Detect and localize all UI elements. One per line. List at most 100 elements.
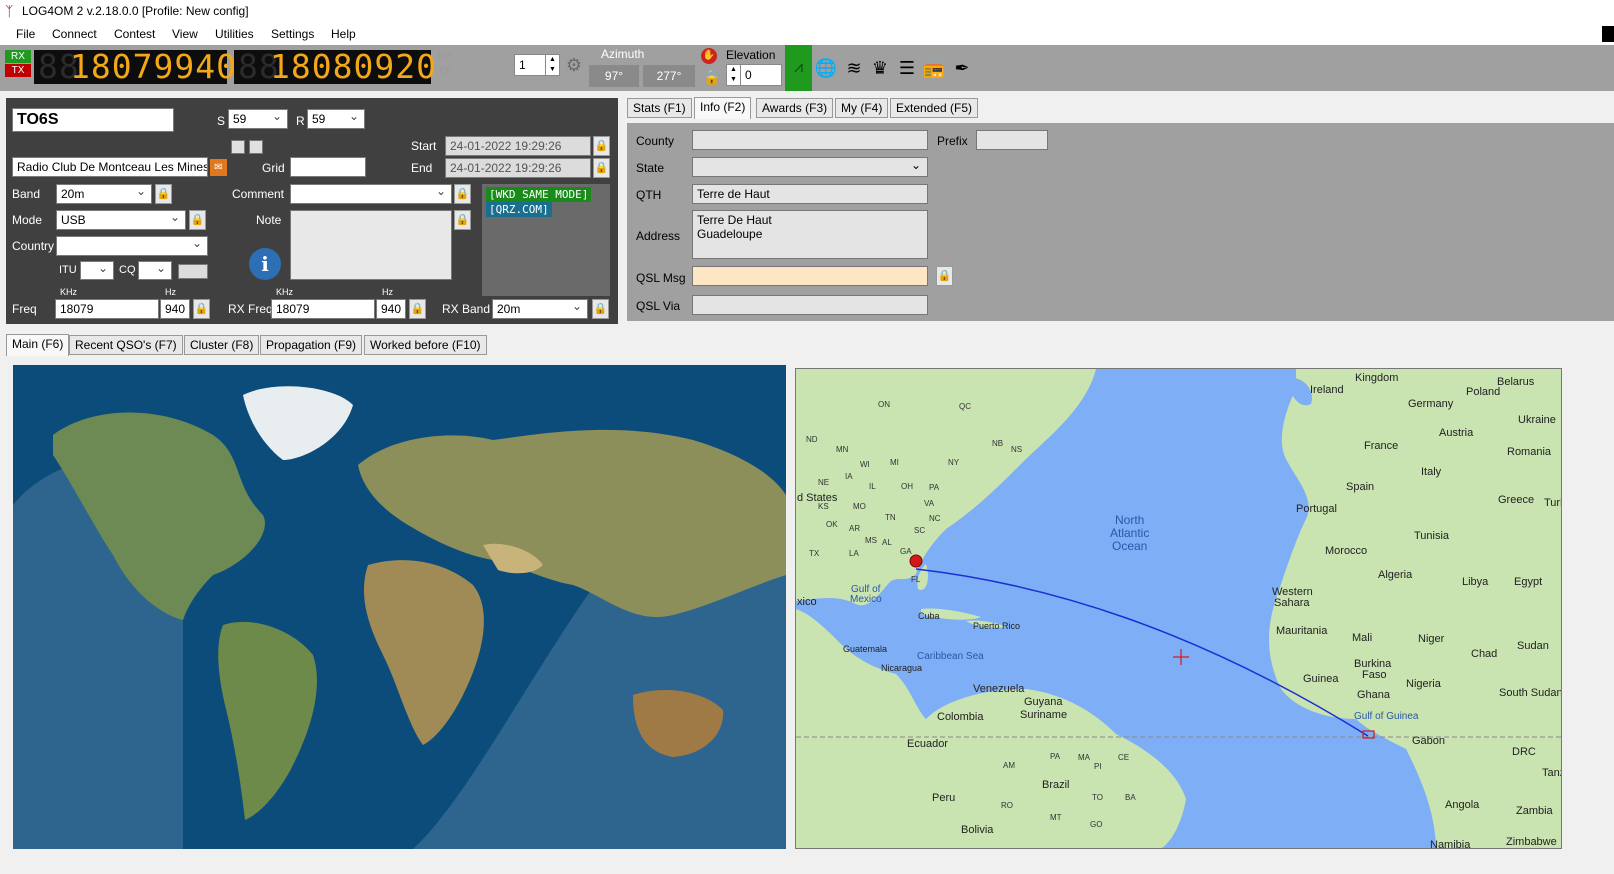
map-label-mn: MN bbox=[836, 445, 849, 454]
stop-rotator-icon[interactable]: ✋ bbox=[701, 48, 717, 64]
cat-connected-indicator[interactable]: ⩘ bbox=[785, 45, 812, 91]
itu-select[interactable] bbox=[80, 261, 114, 280]
info-icon[interactable]: i bbox=[249, 248, 281, 280]
mode-lock-icon[interactable]: 🔒 bbox=[189, 210, 206, 230]
prefix-input[interactable] bbox=[976, 130, 1048, 150]
tab-info[interactable]: Info (F2) bbox=[694, 97, 752, 119]
lock-icon[interactable]: 🔒 bbox=[703, 69, 720, 86]
address-textarea[interactable]: Terre De Haut Guadeloupe bbox=[692, 210, 928, 259]
map-label-western-2: Sahara bbox=[1274, 597, 1310, 609]
start-datetime-input[interactable]: 24-01-2022 19:29:26 bbox=[445, 136, 591, 156]
rst-rcvd-select[interactable]: 59 bbox=[307, 109, 365, 129]
tab-stats[interactable]: Stats (F1) bbox=[627, 98, 692, 118]
tab-main[interactable]: Main (F6) bbox=[6, 334, 70, 356]
menu-connect[interactable]: Connect bbox=[52, 27, 97, 41]
qslmsg-input[interactable] bbox=[692, 266, 928, 286]
cq-label: CQ bbox=[119, 264, 136, 276]
checkbox-2[interactable] bbox=[249, 140, 263, 154]
freq-hz-input[interactable]: 940 bbox=[160, 299, 190, 319]
state-select[interactable]: ⌄ bbox=[692, 157, 928, 177]
note-textarea[interactable] bbox=[290, 210, 452, 280]
comment-select[interactable] bbox=[290, 184, 452, 204]
callsign-input[interactable]: TO6S bbox=[12, 108, 174, 132]
rxband-lock-icon[interactable]: 🔒 bbox=[592, 299, 609, 319]
step-stepper[interactable]: 1 ▲ ▼ bbox=[514, 54, 560, 76]
qslvia-input[interactable] bbox=[692, 295, 928, 315]
map-label-la: LA bbox=[849, 549, 859, 558]
menu-utilities[interactable]: Utilities bbox=[215, 27, 254, 41]
checkbox-1[interactable] bbox=[231, 140, 245, 154]
rst-sent-select[interactable]: 59 bbox=[228, 109, 288, 129]
country-select[interactable] bbox=[56, 236, 208, 256]
tab-awards[interactable]: Awards (F3) bbox=[756, 98, 834, 118]
r-label: R bbox=[296, 114, 305, 128]
band-select[interactable]: 20m bbox=[56, 184, 152, 204]
rxband-select[interactable]: 20m bbox=[492, 299, 588, 319]
comment-lock-icon[interactable]: 🔒 bbox=[454, 184, 471, 204]
start-lock-icon[interactable]: 🔒 bbox=[593, 136, 610, 156]
satellite-icon[interactable]: ≋ bbox=[842, 56, 866, 80]
menu-contest[interactable]: Contest bbox=[114, 27, 155, 41]
tab-my[interactable]: My (F4) bbox=[835, 98, 889, 118]
map-label-to: TO bbox=[1092, 793, 1103, 802]
qrz-com-link[interactable]: [QRZ.COM] bbox=[486, 202, 552, 217]
end-datetime-input[interactable]: 24-01-2022 19:29:26 bbox=[445, 158, 591, 178]
vfo-b-display[interactable]: 88 18080920 bbox=[234, 50, 436, 84]
map-label-qc: QC bbox=[959, 402, 971, 411]
map-label-oh: OH bbox=[901, 482, 913, 491]
tab-worked-before[interactable]: Worked before (F10) bbox=[364, 335, 487, 355]
list-icon[interactable]: ☰ bbox=[895, 56, 919, 80]
rxfreq-khz-input[interactable]: 18079 bbox=[271, 299, 375, 319]
band-lock-icon[interactable]: 🔒 bbox=[155, 184, 172, 204]
map-label-peru: Peru bbox=[932, 792, 956, 804]
map-label-gulf-of-guinea: Gulf of Guinea bbox=[1354, 711, 1419, 722]
mode-select[interactable]: USB bbox=[56, 210, 186, 230]
rxfreq-hz-input[interactable]: 940 bbox=[376, 299, 406, 319]
tab-recent-qsos[interactable]: Recent QSO's (F7) bbox=[69, 335, 183, 355]
globe-icon[interactable]: 🌐 bbox=[814, 56, 838, 80]
vfo-a-display[interactable]: 88 18079940 bbox=[34, 50, 236, 84]
greyline-world-map[interactable] bbox=[13, 365, 786, 849]
elevation-label: Elevation bbox=[726, 48, 776, 62]
menu-file[interactable]: File bbox=[16, 27, 35, 41]
freq-lock-icon[interactable]: 🔒 bbox=[193, 299, 210, 319]
menu-view[interactable]: View bbox=[172, 27, 198, 41]
cq-select[interactable] bbox=[138, 261, 172, 280]
grid-input[interactable] bbox=[290, 157, 366, 177]
elevation-arrows-icon[interactable]: ▲ ▼ bbox=[727, 65, 741, 85]
radio-icon[interactable]: 📻 bbox=[922, 56, 946, 80]
name-input[interactable]: Radio Club De Montceau Les Mines F bbox=[12, 157, 208, 177]
map-label-burkina-2: Faso bbox=[1362, 669, 1387, 681]
county-input[interactable] bbox=[692, 130, 928, 150]
map-label-pi: PI bbox=[1094, 762, 1102, 771]
map-label-nb: NB bbox=[992, 439, 1004, 448]
name-lookup-icon[interactable]: ✉ bbox=[210, 159, 227, 176]
qth-input[interactable]: Terre de Haut bbox=[692, 184, 928, 204]
map-label-ms: MS bbox=[865, 536, 877, 545]
map-label-angola: Angola bbox=[1445, 799, 1480, 811]
note-lock-icon[interactable]: 🔒 bbox=[454, 210, 471, 230]
freq-hz-unit: Hz bbox=[165, 287, 176, 297]
pen-icon[interactable]: ✒ bbox=[950, 56, 974, 80]
tab-propagation[interactable]: Propagation (F9) bbox=[260, 335, 363, 355]
note-label: Note bbox=[256, 213, 282, 227]
qslmsg-lock-icon[interactable]: 🔒 bbox=[936, 266, 953, 286]
window-control-square[interactable] bbox=[1602, 26, 1614, 42]
freq-khz-input[interactable]: 18079 bbox=[55, 299, 159, 319]
crown-icon[interactable]: ♛ bbox=[868, 56, 892, 80]
path-map[interactable]: Ireland Kingdom Belarus Germany Poland U… bbox=[795, 368, 1562, 849]
menu-help[interactable]: Help bbox=[331, 27, 356, 41]
tab-cluster[interactable]: Cluster (F8) bbox=[184, 335, 260, 355]
map-label-drc: DRC bbox=[1512, 746, 1536, 758]
map-label-germany: Germany bbox=[1408, 398, 1454, 410]
map-label-zambia: Zambia bbox=[1516, 805, 1553, 817]
tab-extended[interactable]: Extended (F5) bbox=[890, 98, 979, 118]
elevation-stepper[interactable]: ▲ ▼ 0 bbox=[726, 64, 782, 86]
vfo-a-frequency: 18079940 bbox=[70, 47, 237, 86]
step-arrows-icon[interactable]: ▲ ▼ bbox=[545, 55, 559, 75]
end-lock-icon[interactable]: 🔒 bbox=[593, 158, 610, 178]
greyline-map-svg bbox=[13, 365, 786, 849]
rxfreq-lock-icon[interactable]: 🔒 bbox=[409, 299, 426, 319]
menu-settings[interactable]: Settings bbox=[271, 27, 314, 41]
gear-icon[interactable]: ⚙ bbox=[562, 53, 586, 77]
